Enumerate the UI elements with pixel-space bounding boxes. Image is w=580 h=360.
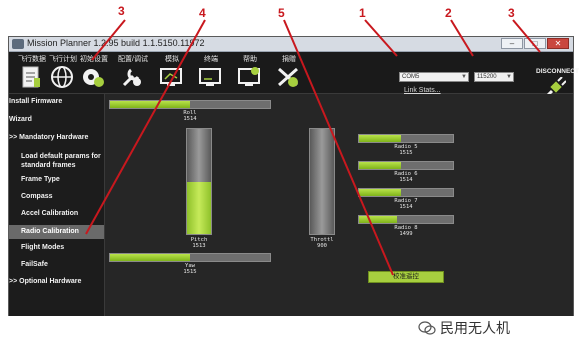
sidebar-item-load-default-params[interactable]: Load default params for standard frames (9, 152, 101, 170)
title-bar: Mission Planner 1.2.95 build 1.1.5150.11… (9, 37, 573, 52)
watermark-text: 民用无人机 (440, 320, 510, 336)
radio7-fill (359, 189, 402, 196)
radio8-value: 1499 (399, 231, 413, 237)
simulation-icon (159, 65, 183, 89)
baud-rate-value: 115200 (477, 74, 497, 80)
annotation-number: 1 (359, 6, 366, 20)
radio8-fill (359, 216, 397, 223)
globe-icon (50, 65, 74, 89)
toolbar-config-tuning[interactable]: 配置/调试 (112, 54, 150, 92)
radio-calibration-panel: Roll 1514 Pitch 1513 Throttl 900 Yaw 151… (105, 94, 573, 316)
sidebar-item-install-firmware[interactable]: Install Firmware (9, 98, 104, 105)
radio6-bar (358, 161, 454, 170)
com-port-select[interactable]: COM5 ▼ (399, 72, 469, 82)
top-margin (0, 0, 580, 36)
radio8-bar (358, 215, 454, 224)
roll-bar (109, 100, 271, 109)
sidebar-item-failsafe[interactable]: FailSafe (9, 261, 104, 268)
config-tuning-icon (120, 65, 144, 89)
sidebar-item-radio-calibration[interactable]: Radio Calibration (9, 225, 104, 239)
toolbar-donate[interactable]: 捐赠 (268, 54, 306, 92)
toolbar-label: 初始设置 (80, 56, 108, 63)
chevron-down-icon: ▼ (461, 74, 467, 80)
pitch-fill (187, 181, 211, 234)
annotation-number: 4 (199, 6, 206, 20)
help-icon (237, 65, 261, 89)
baud-rate-select[interactable]: 115200 ▼ (474, 72, 514, 82)
annotation-number: 2 (445, 6, 452, 20)
yaw-value: 1515 (183, 269, 197, 275)
maximize-button[interactable]: □ (524, 38, 546, 49)
toolbar-label: 配置/调试 (118, 56, 148, 63)
roll-fill (110, 101, 190, 108)
radio7-value: 1514 (399, 204, 413, 210)
sidebar-item-accel-calibration[interactable]: Accel Calibration (9, 210, 104, 217)
setup-sidebar: Install Firmware Wizard >> Mandatory Har… (9, 94, 105, 316)
calibrate-radio-button[interactable]: 校准遥控 (368, 271, 444, 283)
sidebar-item-compass[interactable]: Compass (9, 193, 104, 200)
sidebar-item-frame-type[interactable]: Frame Type (9, 176, 104, 183)
main-toolbar: 飞行数据 飞行计划 初始设置 配置/调试 模拟 终端 帮助 捐赠 COM5 ▼ … (9, 52, 579, 99)
terminal-icon (198, 65, 222, 89)
disconnect-label: DISCONNECT (536, 68, 579, 75)
window-title: Mission Planner 1.2.95 build 1.1.5150.11… (27, 38, 205, 48)
sidebar-item-mandatory-hardware[interactable]: >> Mandatory Hardware (9, 134, 104, 141)
radio7-bar (358, 188, 454, 197)
throttle-value: 900 (317, 243, 327, 249)
roll-value: 1514 (183, 116, 197, 122)
toolbar-label: 捐赠 (282, 56, 296, 63)
sidebar-item-wizard[interactable]: Wizard (9, 116, 104, 123)
toolbar-label: 终端 (204, 56, 218, 63)
sidebar-item-optional-hardware[interactable]: >> Optional Hardware (9, 278, 104, 285)
toolbar-initial-setup[interactable]: 初始设置 (73, 54, 111, 92)
toolbar-label: 帮助 (243, 56, 257, 63)
mission-planner-window: Mission Planner 1.2.95 build 1.1.5150.11… (8, 36, 579, 316)
toolbar-simulation[interactable]: 模拟 (151, 54, 189, 92)
initial-setup-icon (81, 65, 105, 89)
donate-icon (276, 65, 300, 89)
annotation-number: 5 (278, 6, 285, 20)
com-port-value: COM5 (402, 74, 420, 80)
chevron-down-icon: ▼ (506, 74, 512, 80)
toolbar-terminal[interactable]: 终端 (190, 54, 228, 92)
minimize-button[interactable]: – (501, 38, 523, 49)
annotation-number: 3 (118, 4, 125, 18)
radio5-value: 1515 (399, 150, 413, 156)
yaw-fill (110, 254, 190, 261)
sidebar-item-flight-modes[interactable]: Flight Modes (9, 244, 104, 251)
toolbar-label: 模拟 (165, 56, 179, 63)
pitch-value: 1513 (192, 243, 206, 249)
radio5-fill (359, 135, 402, 142)
wechat-icon (418, 321, 436, 335)
radio6-fill (359, 162, 402, 169)
radio5-bar (358, 134, 454, 143)
throttle-bar (309, 128, 335, 235)
link-stats-link[interactable]: Link Stats... (404, 87, 441, 94)
app-icon (12, 39, 24, 49)
radio6-value: 1514 (399, 177, 413, 183)
pitch-bar (186, 128, 212, 235)
toolbar-help[interactable]: 帮助 (229, 54, 267, 92)
annotation-number: 3 (508, 6, 515, 20)
close-button[interactable]: ✕ (547, 38, 569, 49)
flight-data-icon (19, 65, 43, 89)
yaw-bar (109, 253, 271, 262)
